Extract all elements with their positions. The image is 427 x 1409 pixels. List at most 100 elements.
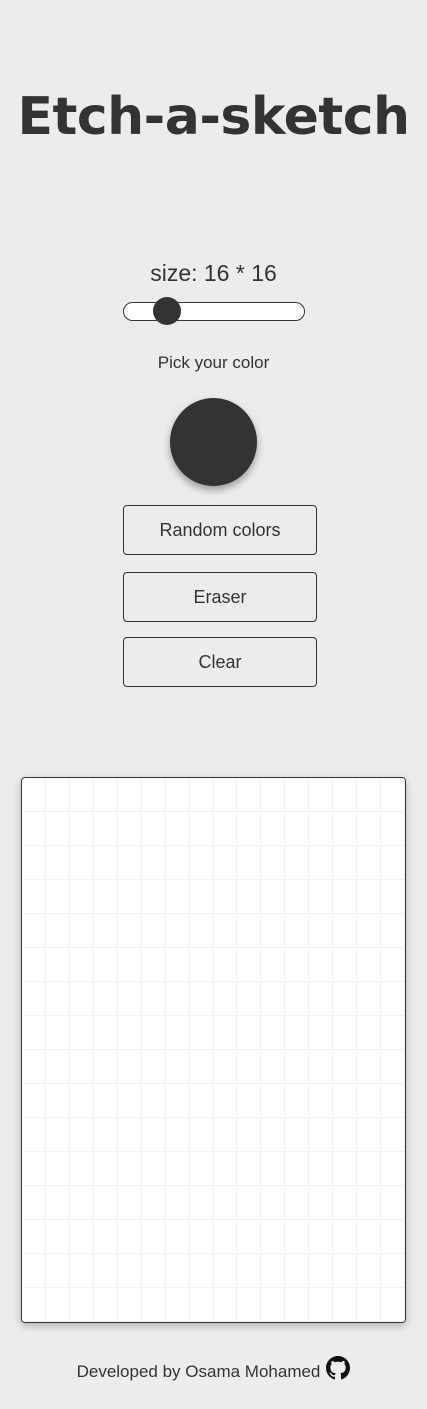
grid-cell[interactable] — [45, 880, 70, 914]
grid-cell[interactable] — [333, 1084, 358, 1118]
grid-cell[interactable] — [285, 1288, 310, 1322]
grid-cell[interactable] — [333, 880, 358, 914]
grid-cell[interactable] — [309, 846, 334, 880]
grid-cell[interactable] — [333, 1288, 358, 1322]
grid-cell[interactable] — [381, 1118, 405, 1152]
grid-cell[interactable] — [237, 1118, 262, 1152]
grid-cell[interactable] — [45, 1016, 70, 1050]
grid-cell[interactable] — [141, 1118, 166, 1152]
grid-cell[interactable] — [357, 1186, 382, 1220]
grid-cell[interactable] — [237, 1186, 262, 1220]
grid-cell[interactable] — [333, 846, 358, 880]
grid-cell[interactable] — [357, 846, 382, 880]
grid-cell[interactable] — [213, 778, 238, 812]
grid-cell[interactable] — [69, 914, 94, 948]
grid-cell[interactable] — [22, 1220, 46, 1254]
grid-cell[interactable] — [93, 1288, 118, 1322]
grid-cell[interactable] — [285, 1220, 310, 1254]
grid-cell[interactable] — [237, 846, 262, 880]
grid-cell[interactable] — [261, 982, 286, 1016]
grid-cell[interactable] — [237, 1084, 262, 1118]
grid-cell[interactable] — [69, 1288, 94, 1322]
grid-cell[interactable] — [357, 880, 382, 914]
grid-cell[interactable] — [381, 948, 405, 982]
grid-cell[interactable] — [22, 1084, 46, 1118]
grid-cell[interactable] — [333, 1118, 358, 1152]
grid-cell[interactable] — [237, 1288, 262, 1322]
grid-cell[interactable] — [117, 1254, 142, 1288]
grid-cell[interactable] — [309, 1050, 334, 1084]
color-picker[interactable] — [170, 398, 257, 486]
grid-cell[interactable] — [261, 1152, 286, 1186]
grid-cell[interactable] — [285, 778, 310, 812]
grid-cell[interactable] — [237, 982, 262, 1016]
grid-cell[interactable] — [69, 948, 94, 982]
grid-cell[interactable] — [69, 1186, 94, 1220]
grid-cell[interactable] — [213, 1016, 238, 1050]
grid-cell[interactable] — [93, 1118, 118, 1152]
grid-cell[interactable] — [165, 778, 190, 812]
grid-cell[interactable] — [261, 1084, 286, 1118]
grid-cell[interactable] — [309, 1118, 334, 1152]
grid-cell[interactable] — [357, 1118, 382, 1152]
grid-cell[interactable] — [22, 1186, 46, 1220]
grid-cell[interactable] — [333, 1186, 358, 1220]
grid-cell[interactable] — [285, 1084, 310, 1118]
grid-cell[interactable] — [45, 778, 70, 812]
grid-cell[interactable] — [309, 982, 334, 1016]
grid-cell[interactable] — [69, 982, 94, 1016]
grid-cell[interactable] — [357, 1050, 382, 1084]
grid-cell[interactable] — [189, 1254, 214, 1288]
grid-cell[interactable] — [93, 880, 118, 914]
grid-cell[interactable] — [357, 1016, 382, 1050]
grid-cell[interactable] — [45, 982, 70, 1016]
grid-cell[interactable] — [309, 1084, 334, 1118]
grid-cell[interactable] — [165, 1118, 190, 1152]
grid-cell[interactable] — [69, 1084, 94, 1118]
grid-cell[interactable] — [237, 1220, 262, 1254]
grid-cell[interactable] — [141, 880, 166, 914]
grid-cell[interactable] — [357, 948, 382, 982]
grid-cell[interactable] — [117, 1288, 142, 1322]
grid-cell[interactable] — [189, 914, 214, 948]
grid-cell[interactable] — [141, 846, 166, 880]
grid-cell[interactable] — [141, 1288, 166, 1322]
grid-cell[interactable] — [285, 1254, 310, 1288]
grid-cell[interactable] — [93, 1152, 118, 1186]
grid-cell[interactable] — [165, 1050, 190, 1084]
grid-size-slider-thumb[interactable] — [153, 297, 181, 325]
grid-cell[interactable] — [237, 880, 262, 914]
grid-cell[interactable] — [45, 1084, 70, 1118]
grid-cell[interactable] — [141, 914, 166, 948]
grid-cell[interactable] — [285, 812, 310, 846]
grid-cell[interactable] — [93, 1016, 118, 1050]
grid-cell[interactable] — [22, 812, 46, 846]
grid-cell[interactable] — [189, 1186, 214, 1220]
grid-cell[interactable] — [261, 846, 286, 880]
grid-cell[interactable] — [213, 846, 238, 880]
grid-cell[interactable] — [357, 1152, 382, 1186]
grid-cell[interactable] — [165, 948, 190, 982]
clear-button[interactable]: Clear — [123, 637, 317, 687]
grid-cell[interactable] — [69, 1254, 94, 1288]
grid-cell[interactable] — [213, 1152, 238, 1186]
grid-cell[interactable] — [141, 1152, 166, 1186]
grid-cell[interactable] — [45, 1118, 70, 1152]
grid-cell[interactable] — [381, 846, 405, 880]
grid-cell[interactable] — [237, 1050, 262, 1084]
grid-cell[interactable] — [237, 778, 262, 812]
grid-cell[interactable] — [357, 982, 382, 1016]
grid-cell[interactable] — [69, 1050, 94, 1084]
grid-cell[interactable] — [22, 1118, 46, 1152]
grid-cell[interactable] — [357, 1254, 382, 1288]
grid-cell[interactable] — [261, 1118, 286, 1152]
grid-cell[interactable] — [381, 1016, 405, 1050]
grid-cell[interactable] — [261, 880, 286, 914]
sketch-grid[interactable] — [21, 777, 406, 1323]
grid-cell[interactable] — [69, 846, 94, 880]
grid-cell[interactable] — [213, 812, 238, 846]
eraser-button[interactable]: Eraser — [123, 572, 317, 622]
grid-cell[interactable] — [93, 846, 118, 880]
grid-cell[interactable] — [309, 1288, 334, 1322]
grid-cell[interactable] — [333, 948, 358, 982]
